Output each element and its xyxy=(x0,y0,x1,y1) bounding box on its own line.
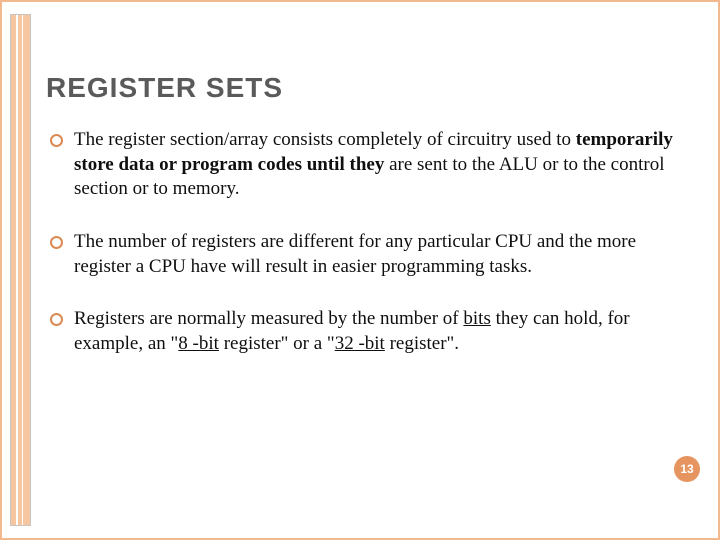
bullet-text: The number of registers are different fo… xyxy=(74,231,636,277)
bullet-text-underline: 8 -bit xyxy=(178,333,219,354)
bullet-text: register". xyxy=(385,333,459,354)
bullet-text: register" or a " xyxy=(219,333,335,354)
bullet-text-underline: bits xyxy=(463,308,490,329)
list-item: The number of registers are different fo… xyxy=(46,230,678,279)
list-item: The register section/array consists comp… xyxy=(46,128,678,202)
slide: REGISTER SETS The register section/array… xyxy=(0,0,720,540)
slide-title: REGISTER SETS xyxy=(46,72,678,104)
list-item: Registers are normally measured by the n… xyxy=(46,307,678,356)
bullet-text-underline: 32 -bit xyxy=(335,333,385,354)
bullet-text: The register section/array consists comp… xyxy=(74,129,576,150)
page-number-badge: 13 xyxy=(674,456,700,482)
bullet-list: The register section/array consists comp… xyxy=(46,128,678,357)
page-number: 13 xyxy=(680,462,693,476)
left-decorative-band xyxy=(10,14,31,526)
bullet-text: Registers are normally measured by the n… xyxy=(74,308,463,329)
slide-content: REGISTER SETS The register section/array… xyxy=(46,72,678,385)
